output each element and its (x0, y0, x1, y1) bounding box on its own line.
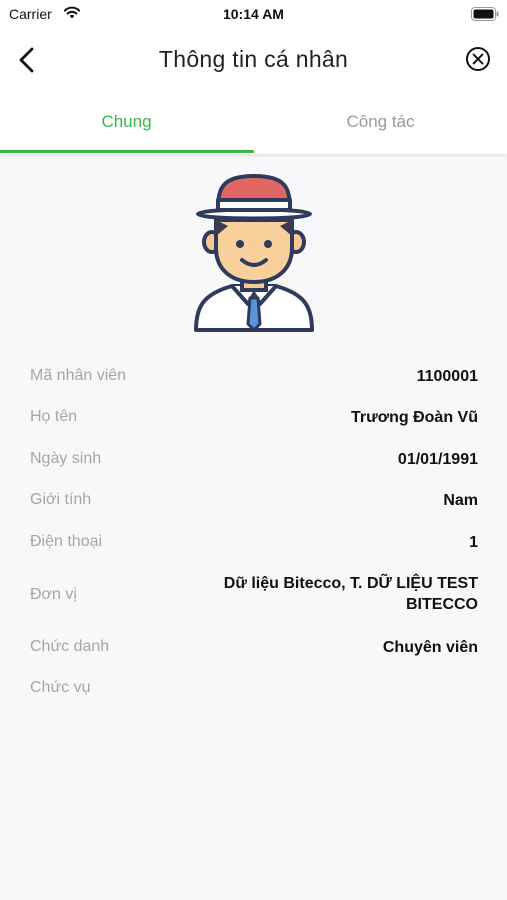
field-label: Mã nhân viên (30, 367, 127, 384)
nav-bar: Thông tin cá nhân (0, 30, 507, 94)
field-value: Dữ liệu Bitecco, T. DỮ LIỆU TEST BITECCO (223, 575, 478, 613)
field-value: 1100001 (416, 368, 478, 385)
field-position: Chức vụ (30, 678, 478, 700)
field-label: Đơn vị (30, 586, 77, 603)
status-bar: Carrier 10:14 AM (0, 0, 507, 30)
active-tab-indicator (0, 150, 254, 153)
field-gender: Giới tính Nam (30, 490, 478, 512)
clock: 10:14 AM (223, 6, 284, 22)
field-value: 1 (469, 534, 478, 551)
page-title: Thông tin cá nhân (158, 46, 349, 72)
field-label: Chức vụ (30, 679, 91, 696)
tab-work[interactable]: Công tác (254, 94, 507, 152)
field-unit: Đơn vị Dữ liệu Bitecco, T. DỮ LIỆU TEST … (30, 573, 478, 617)
field-full-name: Họ tên Trương Đoàn Vũ (30, 407, 478, 429)
field-value: Nam (443, 492, 478, 509)
field-value: Chuyên viên (382, 639, 478, 656)
field-label: Chức danh (30, 638, 110, 655)
close-circle-icon[interactable] (465, 46, 491, 72)
field-employee-id: Mã nhân viên 1100001 (30, 366, 478, 388)
field-job-title: Chức danh Chuyên viên (30, 637, 478, 659)
field-label: Điện thoại (30, 533, 103, 550)
field-phone: Điện thoại 1 (30, 532, 478, 554)
field-label: Giới tính (30, 491, 92, 508)
screen: Carrier 10:14 AM Thông tin cá nhân Chung… (0, 0, 507, 900)
field-label: Ngày sinh (30, 450, 102, 467)
field-value: 01/01/1991 (397, 451, 478, 468)
tab-general[interactable]: Chung (0, 94, 253, 152)
field-value: Trương Đoàn Vũ (351, 409, 478, 426)
field-label: Họ tên (30, 408, 78, 425)
field-birth-date: Ngày sinh 01/01/1991 (30, 449, 478, 471)
avatar (194, 174, 314, 332)
tab-bar: Chung Công tác (0, 94, 507, 154)
battery-icon (471, 7, 499, 21)
